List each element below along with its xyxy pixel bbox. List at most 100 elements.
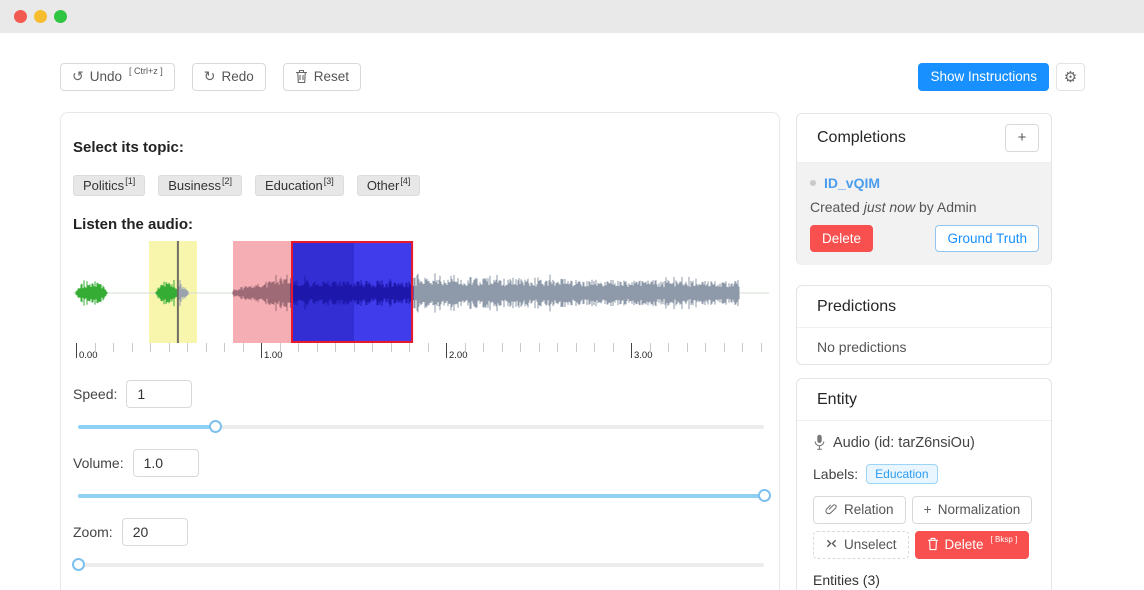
ruler-major-tick [631, 343, 632, 358]
choice-politics[interactable]: Politics[1] [73, 175, 145, 196]
completions-title: Completions [817, 129, 906, 147]
completion-created-line: Created just now by Admin [810, 199, 1039, 215]
ruler-minor-tick [520, 343, 521, 352]
redo-button[interactable]: ↻ Redo [192, 63, 266, 91]
minimize-window-icon[interactable] [34, 10, 47, 23]
ruler-minor-tick [206, 343, 207, 352]
ruler-minor-tick [243, 343, 244, 352]
ruler-minor-tick [187, 343, 188, 352]
zoom-label: Zoom: [73, 524, 113, 540]
topic-choices: Politics[1] Business[2] Education[3] Other[… [73, 175, 767, 196]
delete-entity-button[interactable]: Delete[ Bksp ] [915, 531, 1030, 559]
created-prefix: Created [810, 199, 860, 215]
zoom-input[interactable] [122, 518, 188, 546]
redo-label: Redo [222, 69, 254, 85]
ruler-minor-tick [502, 343, 503, 352]
entities-count: Entities (3) [813, 572, 1035, 588]
completion-id-link[interactable]: ID_vQIM [824, 175, 880, 191]
zoom-slider[interactable] [73, 558, 769, 572]
ruler-minor-tick [224, 343, 225, 352]
normalization-label: Normalization [938, 502, 1021, 518]
ruler-minor-tick [687, 343, 688, 352]
completion-buttons: Delete Ground Truth [810, 225, 1039, 252]
ruler-minor-tick [317, 343, 318, 352]
unselect-button[interactable]: Unselect [813, 531, 909, 559]
microphone-icon [813, 434, 826, 451]
ground-truth-button[interactable]: Ground Truth [935, 225, 1039, 252]
predictions-panel: Predictions No predictions [796, 285, 1052, 365]
zoom-control: Zoom: [73, 518, 767, 546]
ruler-minor-tick [539, 343, 540, 352]
add-completion-button[interactable]: + [1005, 124, 1039, 152]
choice-business[interactable]: Business[2] [158, 175, 242, 196]
gear-icon: ⚙ [1064, 70, 1077, 85]
undo-button[interactable]: ↺ Undo[ Ctrl+z ] [60, 63, 175, 91]
show-instructions-button[interactable]: Show Instructions [918, 63, 1049, 91]
show-instructions-label: Show Instructions [930, 69, 1037, 85]
ruler-minor-tick [150, 343, 151, 352]
zoom-slider-handle[interactable] [72, 558, 85, 571]
relation-button[interactable]: Relation [813, 496, 906, 524]
entity-audio-line: Audio (id: tarZ6nsiOu) [813, 434, 1035, 451]
maximize-window-icon[interactable] [54, 10, 67, 23]
ruler-minor-tick [705, 343, 706, 352]
speed-input[interactable] [126, 380, 192, 408]
ruler-minor-tick [169, 343, 170, 352]
audio-waveform[interactable] [73, 241, 769, 343]
ruler-minor-tick [613, 343, 614, 352]
volume-slider[interactable] [73, 489, 769, 503]
speed-slider-handle[interactable] [209, 420, 222, 433]
created-time: just now [864, 199, 915, 215]
speed-slider[interactable] [73, 420, 769, 434]
normalization-button[interactable]: + Normalization [912, 496, 1033, 524]
choice-education[interactable]: Education[3] [255, 175, 344, 196]
label-tag[interactable]: Education [866, 464, 937, 484]
choice-other[interactable]: Other[4] [357, 175, 421, 196]
reset-button[interactable]: Reset [283, 63, 361, 91]
ruler-minor-tick [576, 343, 577, 352]
trash-icon [927, 537, 939, 551]
entity-header: Entity [797, 379, 1051, 421]
entity-title: Entity [817, 391, 857, 409]
ruler-minor-tick [428, 343, 429, 352]
completions-header: Completions + [797, 114, 1051, 163]
speed-label: Speed: [73, 386, 117, 402]
volume-input[interactable] [133, 449, 199, 477]
waveform-svg [73, 241, 769, 343]
toolbar-right: Show Instructions ⚙ [918, 63, 1085, 91]
plus-icon: + [1018, 130, 1027, 145]
close-window-icon[interactable] [14, 10, 27, 23]
volume-label: Volume: [73, 455, 124, 471]
collapse-arrows-icon [825, 537, 838, 550]
audio-heading: Listen the audio: [73, 216, 767, 233]
predictions-empty-text: No predictions [797, 328, 1051, 366]
entity-audio-text: Audio (id: tarZ6nsiOu) [833, 435, 975, 451]
completion-bullet-icon [810, 180, 816, 186]
ruler-minor-tick [132, 343, 133, 352]
ground-truth-label: Ground Truth [947, 231, 1027, 247]
delete-entity-label: Delete [945, 537, 984, 553]
ruler-minor-tick [298, 343, 299, 352]
zoom-slider-track [78, 563, 764, 567]
topic-heading: Select its topic: [73, 139, 767, 156]
completions-panel: Completions + ID_vQIM Created just now b… [796, 113, 1052, 265]
ruler-major-tick [261, 343, 262, 358]
volume-slider-handle[interactable] [758, 489, 771, 502]
ruler-minor-tick [354, 343, 355, 352]
entity-labels-row: Labels: Education [813, 464, 1035, 484]
completion-item[interactable]: ID_vQIM Created just now by Admin Delete… [797, 163, 1051, 265]
ruler-minor-tick [113, 343, 114, 352]
timeline-ruler: 0.001.002.003.00 [73, 343, 767, 365]
delete-completion-button[interactable]: Delete [810, 225, 873, 252]
relation-label: Relation [844, 502, 894, 518]
settings-button[interactable]: ⚙ [1056, 63, 1085, 91]
volume-control: Volume: [73, 449, 767, 477]
ruler-minor-tick [761, 343, 762, 352]
entity-buttons-row-2: Unselect Delete[ Bksp ] [813, 531, 1035, 559]
speed-control: Speed: [73, 380, 767, 408]
ruler-minor-tick [668, 343, 669, 352]
created-suffix: by Admin [919, 199, 977, 215]
entity-body: Audio (id: tarZ6nsiOu) Labels: Education… [797, 421, 1051, 590]
unselect-label: Unselect [844, 537, 897, 553]
ruler-major-tick [76, 343, 77, 358]
